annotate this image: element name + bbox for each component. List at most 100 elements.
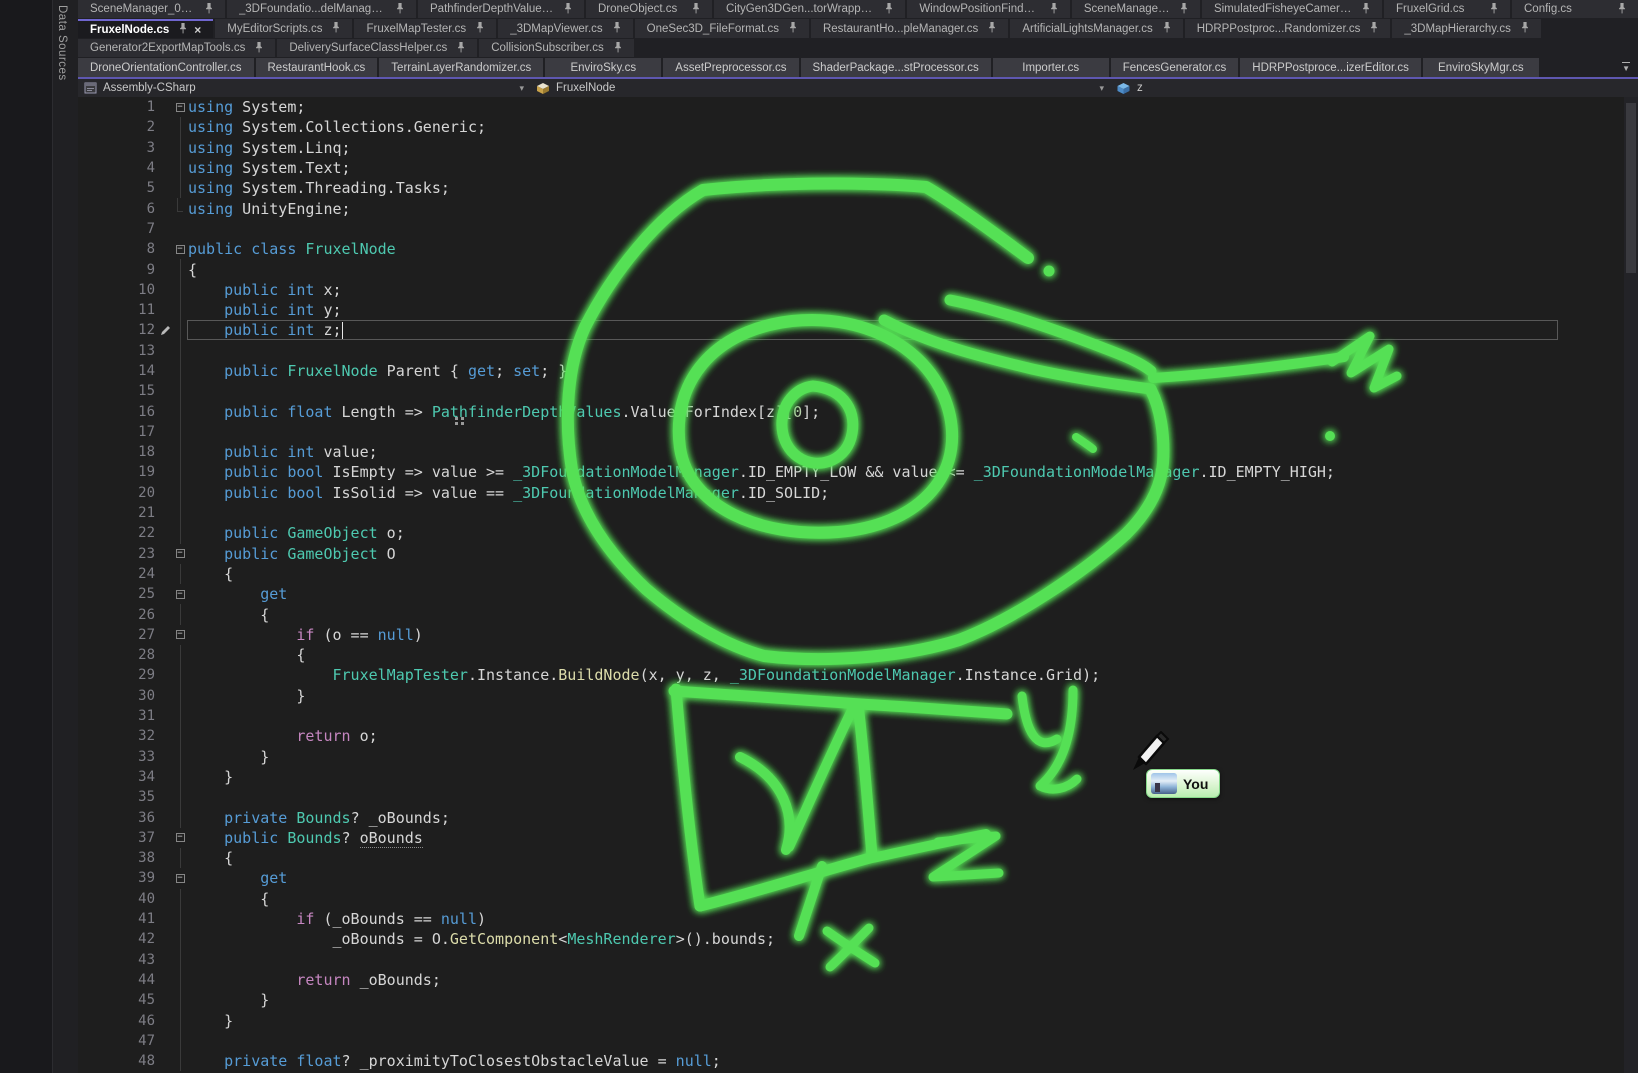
minus-box-icon[interactable]: − [176, 833, 185, 842]
code-line[interactable]: 2using System.Collections.Generic; [78, 117, 1638, 137]
editor-tab[interactable]: RestaurantHook.cs [256, 58, 378, 77]
editor-tab[interactable]: TerrainLayerRandomizer.cs [379, 58, 543, 77]
pin-icon[interactable] [988, 21, 996, 36]
code-line[interactable]: 24 { [78, 564, 1638, 584]
editor-tab[interactable]: FencesGenerator.cs [1111, 58, 1239, 77]
minus-box-icon[interactable]: − [176, 103, 185, 112]
code-line[interactable]: 21 [78, 503, 1638, 523]
editor-tab[interactable]: WindowPositionFinder.cs [907, 0, 1070, 18]
pin-icon[interactable] [1490, 2, 1498, 17]
editor-tab[interactable]: RestaurantHo...pleManager.cs [811, 19, 1008, 38]
fold-collapse-marker[interactable]: − [172, 868, 188, 888]
pin-icon[interactable] [476, 21, 484, 36]
editor-tab[interactable]: HDRPPostproc...Randomizer.cs [1185, 19, 1391, 38]
fold-collapse-marker[interactable]: − [172, 97, 188, 117]
member-dropdown[interactable]: z [1110, 79, 1149, 97]
code-line[interactable]: 36 private Bounds? _oBounds; [78, 807, 1638, 827]
pin-icon[interactable] [1180, 2, 1188, 17]
editor-tab[interactable]: DroneOrientationController.cs [78, 58, 254, 77]
code-line[interactable]: 48 private float? _proximityToClosestObs… [78, 1051, 1638, 1071]
code-line[interactable]: 15 [78, 381, 1638, 401]
editor-tab[interactable]: SimulatedFisheyeCamera.cs [1202, 0, 1382, 18]
code-line[interactable]: 42 _oBounds = O.GetComponent<MeshRendere… [78, 929, 1638, 949]
pin-icon[interactable] [789, 21, 797, 36]
fold-collapse-marker[interactable]: − [172, 625, 188, 645]
editor-tab[interactable]: Config.cs [1512, 0, 1638, 18]
pin-icon[interactable] [255, 41, 263, 56]
editor-tab[interactable]: _3DMapViewer.cs [498, 19, 632, 38]
code-line[interactable]: 13 [78, 341, 1638, 361]
fold-collapse-marker[interactable]: − [172, 828, 188, 848]
code-line[interactable]: 16 public float Length => PathfinderDept… [78, 401, 1638, 421]
editor-tab[interactable]: HDRPPostproce...izerEditor.cs [1240, 58, 1421, 77]
code-line[interactable]: 43 [78, 949, 1638, 969]
minus-box-icon[interactable]: − [176, 245, 185, 254]
scrollbar-thumb[interactable] [1626, 103, 1636, 273]
editor-tab[interactable]: _3DMapHierarchy.cs [1392, 19, 1541, 38]
code-line[interactable]: 1−using System; [78, 97, 1638, 117]
editor-tab[interactable]: FruxelGrid.cs [1384, 0, 1510, 18]
pin-icon[interactable] [396, 2, 404, 17]
minus-box-icon[interactable]: − [176, 874, 185, 883]
pin-icon[interactable] [1050, 2, 1058, 17]
code-line[interactable]: 5using System.Threading.Tasks; [78, 178, 1638, 198]
code-line[interactable]: 40 { [78, 889, 1638, 909]
code-line[interactable]: 11 public int y; [78, 300, 1638, 320]
pin-icon[interactable] [332, 21, 340, 36]
code-editor[interactable]: 1−using System;2using System.Collections… [78, 97, 1638, 1073]
editor-tab[interactable]: EnviroSkyMgr.cs [1423, 58, 1539, 77]
editor-tab[interactable]: PathfinderDepthValues.cs [418, 0, 584, 18]
editor-tab[interactable]: ArtificialLightsManager.cs [1010, 19, 1182, 38]
code-line[interactable]: 10 public int x; [78, 280, 1638, 300]
pin-icon[interactable] [1370, 21, 1378, 36]
code-line[interactable]: 44 return _oBounds; [78, 970, 1638, 990]
pin-icon[interactable] [613, 21, 621, 36]
code-line[interactable]: 20 public bool IsSolid => value == _3DFo… [78, 483, 1638, 503]
code-line[interactable]: 26 { [78, 604, 1638, 624]
editor-tab[interactable]: EnviroSky.cs [545, 58, 661, 77]
close-icon[interactable]: × [194, 24, 201, 36]
code-line[interactable]: 31 [78, 706, 1638, 726]
type-dropdown[interactable]: FruxelNode ▾ [530, 79, 1110, 97]
editor-tab[interactable]: FruxelMapTester.cs [354, 19, 496, 38]
code-line[interactable]: 41 if (_oBounds == null) [78, 909, 1638, 929]
code-line[interactable]: 17 [78, 422, 1638, 442]
code-line[interactable]: 34 } [78, 767, 1638, 787]
code-line[interactable]: 8−public class FruxelNode [78, 239, 1638, 259]
editor-tab[interactable]: ShaderPackage...stProcessor.cs [801, 58, 991, 77]
pin-icon[interactable] [1163, 21, 1171, 36]
editor-tab[interactable]: _3DFoundatio...delManager.cs [227, 0, 416, 18]
pin-icon[interactable] [1362, 2, 1370, 17]
editor-tab[interactable]: DroneObject.cs [586, 0, 712, 18]
fold-collapse-marker[interactable]: − [172, 544, 188, 564]
code-line[interactable]: 28 { [78, 645, 1638, 665]
code-line[interactable]: 47 [78, 1031, 1638, 1051]
minus-box-icon[interactable]: − [176, 549, 185, 558]
minus-box-icon[interactable]: − [176, 590, 185, 599]
code-line[interactable]: 27− if (o == null) [78, 625, 1638, 645]
code-line[interactable]: 4using System.Text; [78, 158, 1638, 178]
editor-tab[interactable]: DeliverySurfaceClassHelper.cs [277, 39, 477, 57]
editor-tab[interactable]: OneSec3D_FileFormat.cs [635, 19, 809, 38]
code-line[interactable]: 32 return o; [78, 726, 1638, 746]
editor-tab[interactable]: SceneManager_02.cs [78, 0, 225, 18]
code-line[interactable]: 45 } [78, 990, 1638, 1010]
code-line[interactable]: 6using UnityEngine; [78, 198, 1638, 218]
code-line[interactable]: 22 public GameObject o; [78, 523, 1638, 543]
chevron-down-icon[interactable]: ▾ [1099, 83, 1104, 94]
chevron-down-icon[interactable]: ▾ [519, 83, 524, 94]
toolwindow-tab-data-sources[interactable]: Data Sources [56, 5, 68, 115]
code-line[interactable]: 35 [78, 787, 1638, 807]
code-line[interactable]: 3using System.Linq; [78, 138, 1638, 158]
code-line[interactable]: 9{ [78, 259, 1638, 279]
pin-icon[interactable] [457, 41, 465, 56]
code-line[interactable]: 14 public FruxelNode Parent { get; set; … [78, 361, 1638, 381]
minus-box-icon[interactable]: − [176, 630, 185, 639]
pin-icon[interactable] [205, 2, 213, 17]
editor-tab[interactable]: CityGen3DGen...torWrapper.cs [714, 0, 905, 18]
editor-tab[interactable]: SceneManager.cs [1072, 0, 1200, 18]
editor-tab[interactable]: AssetPreprocessor.cs [663, 58, 798, 77]
pin-icon[interactable] [564, 2, 572, 17]
code-line[interactable]: 39− get [78, 868, 1638, 888]
pin-icon[interactable] [1521, 21, 1529, 36]
